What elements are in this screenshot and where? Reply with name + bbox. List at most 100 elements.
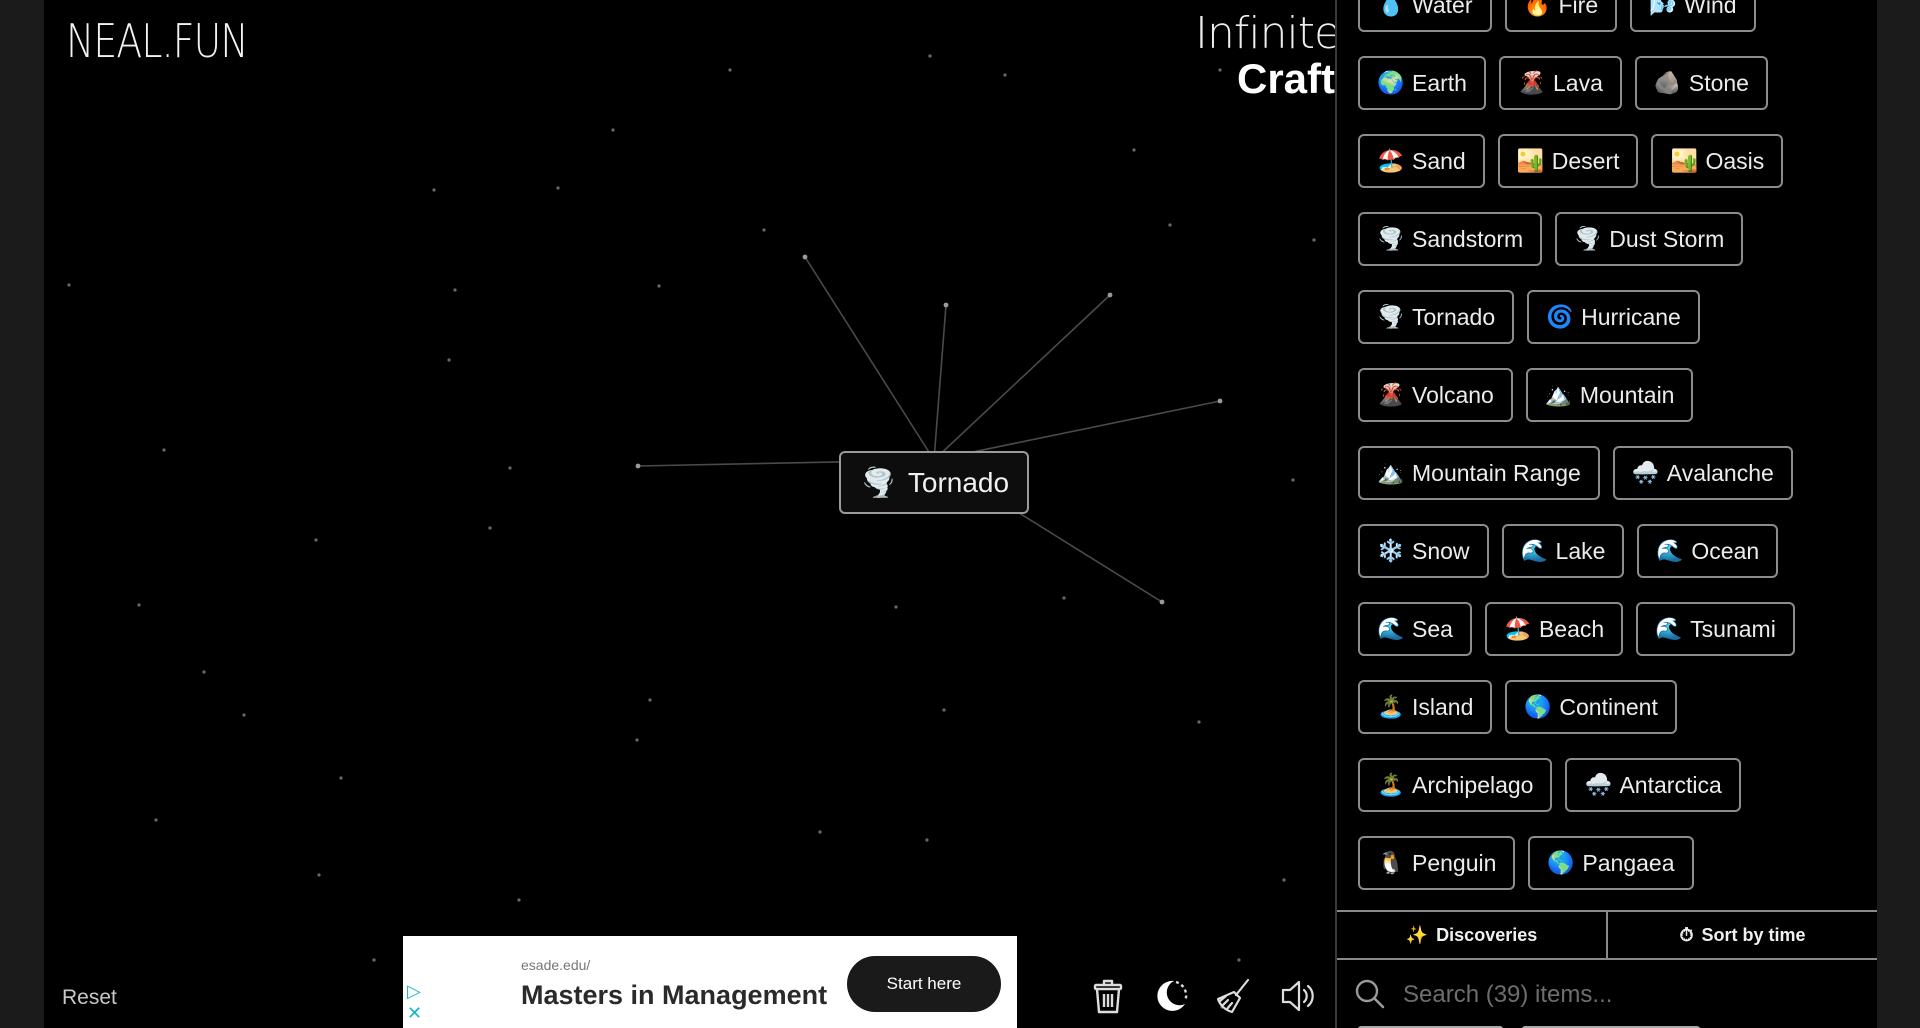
ad-cta-button[interactable]: Start here bbox=[847, 956, 1001, 1012]
sort-by-time-tab[interactable]: ⏱ Sort by time bbox=[1606, 912, 1877, 958]
logo-line-infinite: Infinite bbox=[1195, 8, 1341, 59]
sidebar-item-stone[interactable]: 🪨 Stone bbox=[1634, 56, 1768, 110]
sidebar-item-ocean[interactable]: 🌊 Ocean bbox=[1637, 524, 1779, 578]
sound-button[interactable] bbox=[1280, 977, 1320, 1017]
sidebar-item-water[interactable]: 💧 Water bbox=[1358, 0, 1492, 32]
sidebar-item-pangaea[interactable]: 🌎 Pangaea bbox=[1528, 836, 1694, 890]
discoveries-tab[interactable]: ✨ Discoveries bbox=[1337, 912, 1606, 958]
ad-url: esade.edu/ bbox=[521, 957, 591, 973]
dark-mode-button[interactable] bbox=[1152, 977, 1192, 1017]
item-label: Tsunami bbox=[1690, 615, 1776, 642]
star bbox=[488, 526, 492, 530]
star bbox=[1291, 478, 1295, 482]
item-label: Earth bbox=[1412, 69, 1467, 96]
sidebar-item-sandstorm[interactable]: 🌪️ Sandstorm bbox=[1358, 212, 1543, 266]
item-emoji-icon: 🌬️ bbox=[1649, 0, 1677, 17]
star bbox=[242, 713, 246, 717]
item-emoji-icon: 🌋 bbox=[1377, 382, 1405, 407]
item-emoji-icon: 🌪️ bbox=[1377, 226, 1405, 251]
item-emoji-icon: 🏜️ bbox=[1516, 148, 1545, 173]
item-emoji-icon: 🪨 bbox=[1653, 70, 1682, 95]
item-label: Sandstorm bbox=[1412, 225, 1524, 252]
sidebar-item-beach[interactable]: 🏖️ Beach bbox=[1484, 602, 1624, 656]
cleanup-button[interactable] bbox=[1215, 977, 1255, 1017]
item-label: Snow bbox=[1412, 537, 1470, 564]
star bbox=[925, 838, 929, 842]
craft-canvas[interactable]: NEAL.FUN Infinite Craft 🌪️ Tornado Reset… bbox=[44, 0, 1341, 1028]
connection-node bbox=[1217, 398, 1223, 404]
trash-button[interactable] bbox=[1091, 977, 1131, 1017]
sidebar-item-fire[interactable]: 🔥 Fire bbox=[1504, 0, 1618, 32]
adchoices-icon[interactable]: ▷ bbox=[407, 980, 422, 1002]
item-emoji-icon: 🌨️ bbox=[1631, 460, 1660, 485]
reset-button[interactable]: Reset bbox=[62, 986, 117, 1010]
sidebar-item-sand[interactable]: 🏖️ Sand bbox=[1358, 134, 1485, 188]
sidebar-item-lava[interactable]: 🌋 Lava bbox=[1498, 56, 1622, 110]
item-label: Sand bbox=[1412, 147, 1466, 174]
ad-banner[interactable]: ▷ ✕ esade.edu/ Masters in Management Sta… bbox=[403, 936, 1017, 1028]
sidebar-item-mountain-range[interactable]: 🏔️ Mountain Range bbox=[1358, 446, 1600, 500]
search-bar bbox=[1337, 962, 1877, 1028]
sidebar-item-dust-storm[interactable]: 🌪️ Dust Storm bbox=[1555, 212, 1744, 266]
sidebar-item-avalanche[interactable]: 🌨️ Avalanche bbox=[1612, 446, 1793, 500]
star bbox=[162, 448, 166, 452]
game-frame: NEAL.FUN Infinite Craft 🌪️ Tornado Reset… bbox=[44, 0, 1877, 1028]
sidebar-item-archipelago[interactable]: 🏝️ Archipelago bbox=[1358, 758, 1553, 812]
ad-close-icon[interactable]: ✕ bbox=[407, 1002, 422, 1024]
item-label: Pangaea bbox=[1582, 849, 1675, 876]
star bbox=[137, 603, 141, 607]
star bbox=[1168, 223, 1172, 227]
item-label: Oasis bbox=[1705, 147, 1765, 174]
star bbox=[67, 283, 71, 287]
item-list[interactable]: 💧 Water 🔥 Fire 🌬️ Wind 🌍 Earth 🌋 Lava 🪨 Stone 🏖️ Sand… bbox=[1337, 0, 1857, 908]
ad-headline[interactable]: Masters in Management bbox=[521, 980, 827, 1011]
sidebar-item-antarctica[interactable]: 🌨️ Antarctica bbox=[1565, 758, 1741, 812]
sidebar-item-tornado[interactable]: 🌪️ Tornado bbox=[1358, 290, 1515, 344]
connection-line bbox=[804, 256, 935, 461]
sidebar-item-snow[interactable]: ❄️ Snow bbox=[1358, 524, 1489, 578]
sidebar-item-oasis[interactable]: 🏜️ Oasis bbox=[1651, 134, 1784, 188]
star bbox=[942, 708, 946, 712]
sidebar-item-lake[interactable]: 🌊 Lake bbox=[1501, 524, 1625, 578]
sidebar-item-penguin[interactable]: 🐧 Penguin bbox=[1358, 836, 1516, 890]
sidebar-item-earth[interactable]: 🌍 Earth bbox=[1358, 56, 1486, 110]
search-icon bbox=[1355, 979, 1385, 1009]
item-label: Stone bbox=[1688, 69, 1749, 96]
item-label: Avalanche bbox=[1666, 459, 1774, 486]
item-label: Penguin bbox=[1412, 849, 1497, 876]
item-emoji-icon: 💧 bbox=[1377, 0, 1405, 17]
star bbox=[657, 284, 661, 288]
star bbox=[635, 738, 639, 742]
item-label: Ocean bbox=[1691, 537, 1760, 564]
sidebar-item-sea[interactable]: 🌊 Sea bbox=[1358, 602, 1472, 656]
tornado-icon: 🌪️ bbox=[861, 467, 896, 498]
sidebar-item-tsunami[interactable]: 🌊 Tsunami bbox=[1636, 602, 1795, 656]
connection-node bbox=[1159, 599, 1165, 605]
star bbox=[372, 958, 376, 962]
star bbox=[447, 358, 451, 362]
item-emoji-icon: 🌍 bbox=[1377, 70, 1405, 95]
sidebar: 💧 Water 🔥 Fire 🌬️ Wind 🌍 Earth 🌋 Lava 🪨 Stone 🏖️ Sand… bbox=[1335, 0, 1877, 1028]
star bbox=[818, 830, 822, 834]
sidebar-item-hurricane[interactable]: 🌀 Hurricane bbox=[1527, 290, 1700, 344]
item-emoji-icon: 🌪️ bbox=[1377, 304, 1405, 329]
sidebar-item-continent[interactable]: 🌎 Continent bbox=[1505, 680, 1677, 734]
item-label: Hurricane bbox=[1581, 303, 1681, 330]
search-input[interactable] bbox=[1403, 981, 1803, 1009]
infinite-craft-logo: Infinite Craft bbox=[1195, 8, 1341, 102]
sidebar-item-wind[interactable]: 🌬️ Wind bbox=[1630, 0, 1756, 32]
logo-line-craft: Craft bbox=[1236, 55, 1335, 102]
sidebar-item-volcano[interactable]: 🌋 Volcano bbox=[1358, 368, 1513, 422]
star bbox=[1132, 148, 1136, 152]
sidebar-item-island[interactable]: 🏝️ Island bbox=[1358, 680, 1493, 734]
item-label: Water bbox=[1412, 0, 1473, 18]
neal-fun-logo[interactable]: NEAL.FUN bbox=[66, 14, 249, 68]
star bbox=[517, 898, 521, 902]
sidebar-item-mountain[interactable]: 🏔️ Mountain bbox=[1525, 368, 1694, 422]
ad-choices[interactable]: ▷ ✕ bbox=[407, 980, 422, 1024]
item-label: Island bbox=[1412, 693, 1474, 720]
star bbox=[453, 288, 457, 292]
sidebar-item-desert[interactable]: 🏜️ Desert bbox=[1497, 134, 1639, 188]
canvas-item-tornado[interactable]: 🌪️ Tornado bbox=[839, 451, 1030, 514]
item-label: Lake bbox=[1555, 537, 1606, 564]
